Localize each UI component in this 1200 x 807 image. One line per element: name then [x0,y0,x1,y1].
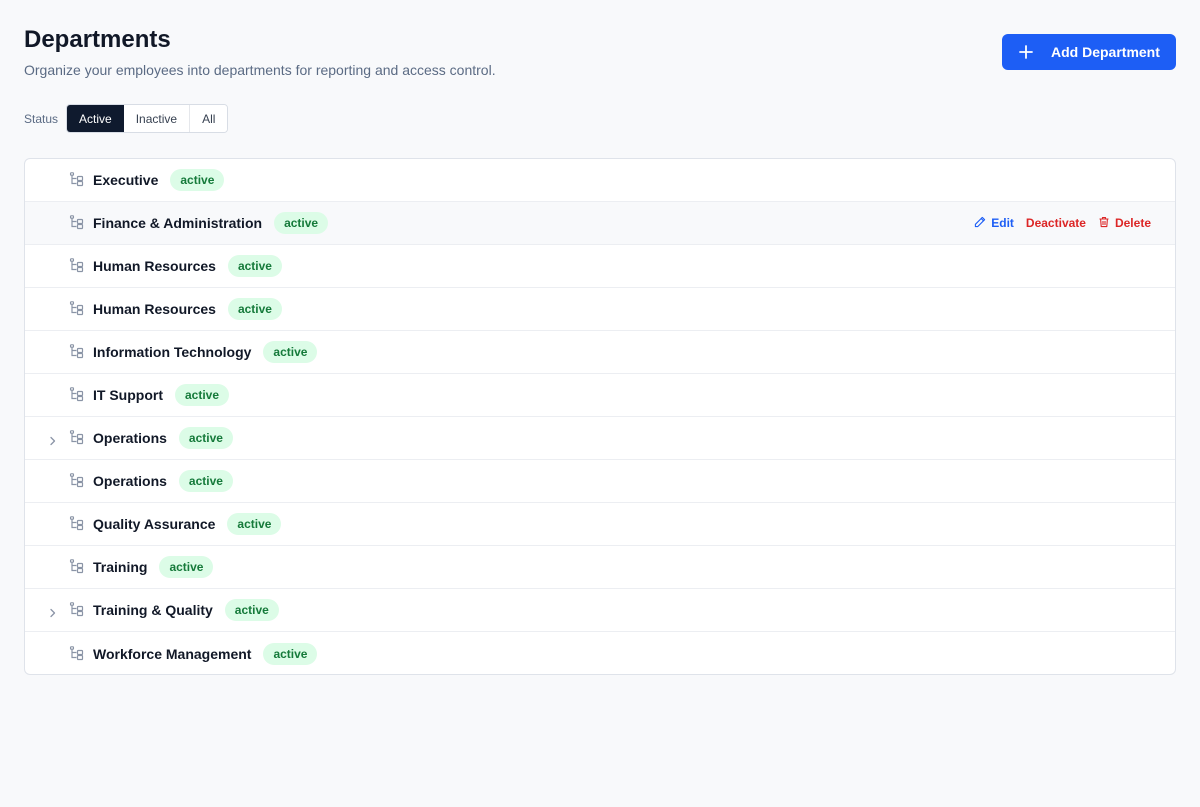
department-name: Operations [93,473,167,489]
pencil-icon [974,216,986,231]
row-actions: Edit Deactivate Delete [974,216,1151,231]
delete-button[interactable]: Delete [1098,216,1151,231]
edit-button[interactable]: Edit [974,216,1014,231]
tree-structure-icon [69,172,85,188]
status-badge: active [175,384,230,406]
tree-structure-icon [69,430,85,446]
department-row[interactable]: Finance & Administration active Edit Deacti… [25,202,1175,245]
department-name-group: Workforce Management active [93,642,318,665]
department-row[interactable]: Operations active [25,417,1175,460]
department-name-group: Finance & Administration active [93,212,329,234]
delete-label: Delete [1114,216,1151,230]
status-badge: active [227,298,282,320]
tree-structure-icon [69,344,85,360]
tree-structure-icon [69,602,85,618]
status-badge: active [263,642,318,665]
department-row[interactable]: Operations active [25,460,1175,503]
status-badge: active [274,212,329,234]
department-name: Finance & Administration [93,215,263,231]
tree-structure-icon [69,645,85,662]
status-badge: active [224,599,279,621]
department-name-group: Quality Assurance active [93,513,282,535]
status-badge: active [178,427,233,449]
page-title: Departments [24,26,171,53]
department-name: IT Support [93,387,163,403]
status-option-inactive[interactable]: Inactive [123,105,191,132]
department-name-group: Human Resources active [93,298,282,320]
status-option-active[interactable]: Active [67,105,124,132]
department-name-group: Information Technology active [93,341,318,363]
department-name-group: IT Support active [93,384,230,406]
department-row[interactable]: Workforce Management active [25,632,1175,674]
status-segmented-control: Active Inactive All [66,104,229,133]
department-name: Human Resources [93,258,216,274]
department-list: Executive active Finance & Administration a… [24,158,1176,675]
department-name-group: Executive active [93,169,225,191]
department-name-group: Operations active [93,427,233,449]
deactivate-button[interactable]: Deactivate [1026,216,1086,230]
department-name: Workforce Management [93,645,252,662]
edit-label: Edit [991,216,1014,230]
department-row[interactable]: Training active [25,546,1175,589]
department-row[interactable]: Quality Assurance active [25,503,1175,546]
department-row[interactable]: IT Support active [25,374,1175,417]
department-row[interactable]: Human Resources active [25,288,1175,331]
status-badge: active [227,513,282,535]
department-name-group: Human Resources active [93,255,282,277]
chevron-right-icon[interactable] [48,433,58,446]
status-badge: active [178,470,233,492]
tree-structure-icon [69,301,85,317]
tree-structure-icon [69,559,85,575]
status-filter: Status Active Inactive All [24,104,229,133]
department-row[interactable]: Information Technology active [25,331,1175,374]
department-row[interactable]: Training & Quality active [25,589,1175,632]
status-badge: active [263,341,318,363]
page-header: Departments Organize your employees into… [24,24,496,78]
chevron-right-icon[interactable] [48,605,58,618]
plus-icon [1019,45,1033,59]
department-row[interactable]: Executive active [25,159,1175,202]
status-filter-label: Status [24,111,59,126]
tree-structure-icon [69,473,85,489]
department-name-group: Training active [93,556,214,578]
department-name-group: Training & Quality active [93,599,279,621]
tree-structure-icon [69,258,85,274]
department-row[interactable]: Human Resources active [25,245,1175,288]
tree-structure-icon [69,215,85,231]
status-option-all[interactable]: All [190,105,228,132]
add-department-button[interactable]: Add Department [1002,34,1176,70]
department-name: Training & Quality [93,602,213,618]
page-subtitle: Organize your employees into departments… [24,62,496,78]
status-badge: active [227,255,282,277]
department-name: Training [93,559,148,575]
department-name: Human Resources [93,301,216,317]
tree-structure-icon [69,516,85,532]
add-department-label: Add Department [1051,44,1160,60]
department-name: Quality Assurance [93,516,216,532]
department-name: Operations [93,430,167,446]
tree-structure-icon [69,387,85,403]
department-name-group: Operations active [93,470,233,492]
status-badge: active [170,169,225,191]
department-name: Executive [93,172,159,188]
deactivate-label: Deactivate [1025,216,1086,230]
trash-icon [1098,216,1110,231]
status-badge: active [159,556,214,578]
department-name: Information Technology [93,344,252,360]
